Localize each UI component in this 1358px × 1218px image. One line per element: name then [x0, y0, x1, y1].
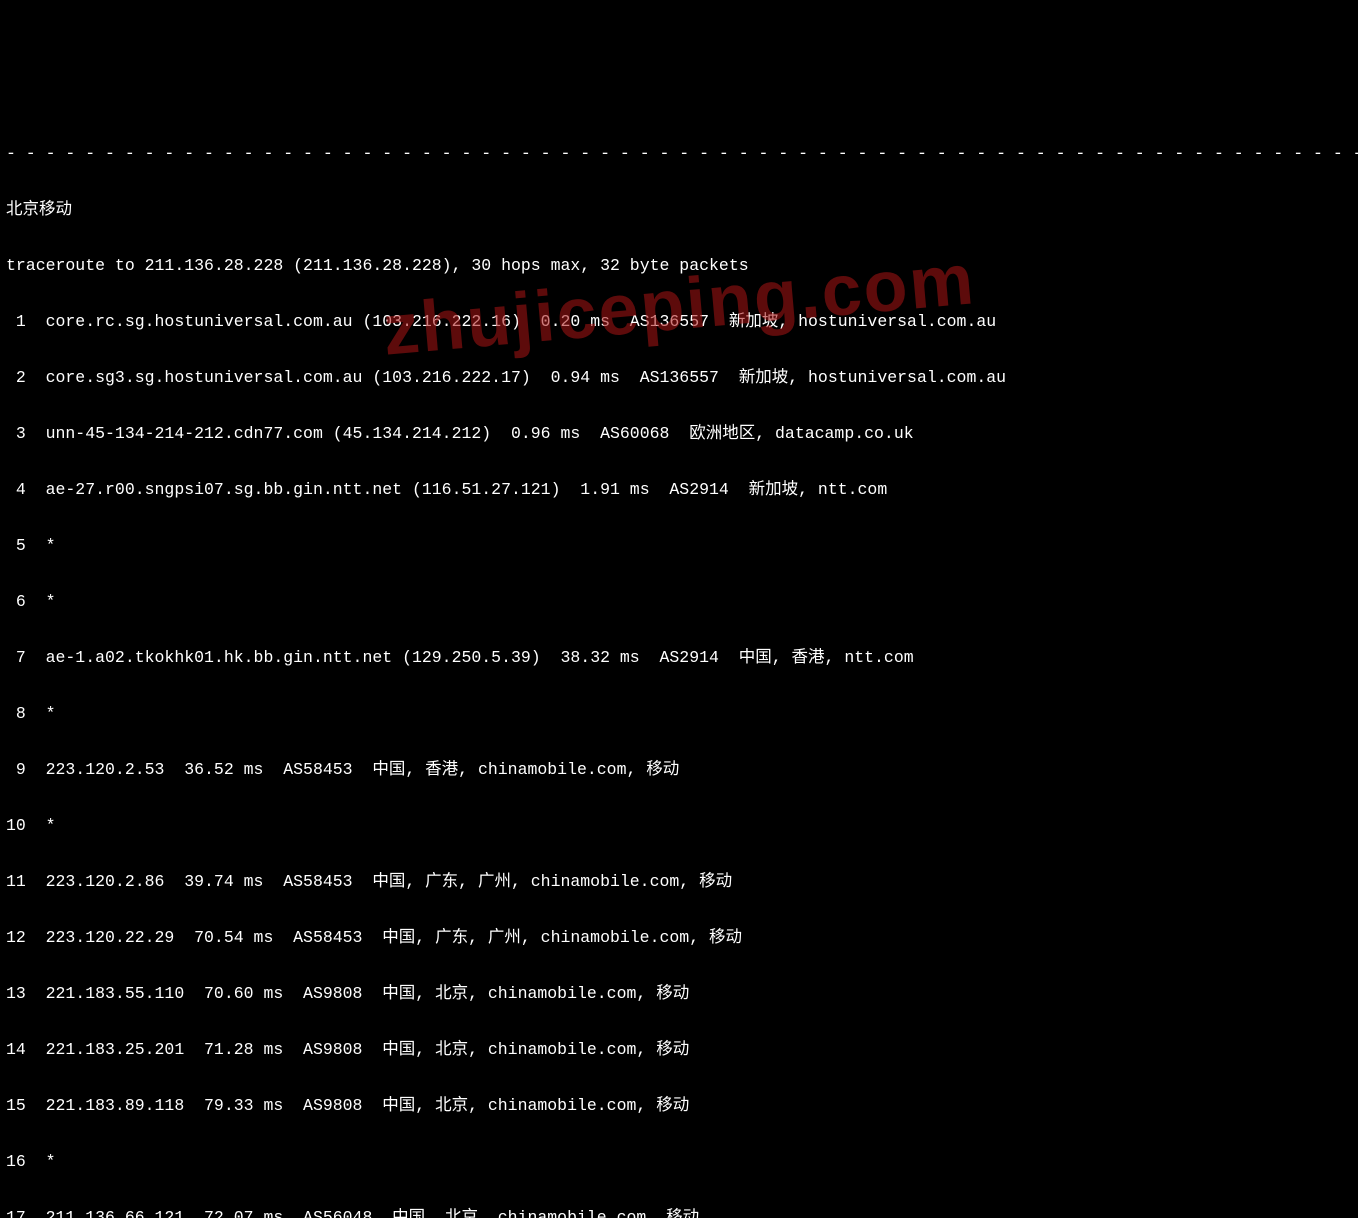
hop-line: 11 223.120.2.86 39.74 ms AS58453 中国, 广东,… — [6, 868, 1352, 896]
traceroute-header: traceroute to 211.136.28.228 (211.136.28… — [6, 252, 1352, 280]
hop-line: 14 221.183.25.201 71.28 ms AS9808 中国, 北京… — [6, 1036, 1352, 1064]
hop-line: 16 * — [6, 1148, 1352, 1176]
hop-line: 8 * — [6, 700, 1352, 728]
hop-line: 6 * — [6, 588, 1352, 616]
hop-line: 4 ae-27.r00.sngpsi07.sg.bb.gin.ntt.net (… — [6, 476, 1352, 504]
terminal-output: - - - - - - - - - - - - - - - - - - - - … — [0, 112, 1358, 1218]
hop-line: 5 * — [6, 532, 1352, 560]
divider-line: - - - - - - - - - - - - - - - - - - - - … — [6, 140, 1352, 168]
hop-line: 2 core.sg3.sg.hostuniversal.com.au (103.… — [6, 364, 1352, 392]
hop-line: 13 221.183.55.110 70.60 ms AS9808 中国, 北京… — [6, 980, 1352, 1008]
hop-line: 7 ae-1.a02.tkokhk01.hk.bb.gin.ntt.net (1… — [6, 644, 1352, 672]
hop-line: 12 223.120.22.29 70.54 ms AS58453 中国, 广东… — [6, 924, 1352, 952]
hop-line: 17 211.136.66.121 72.07 ms AS56048 中国, 北… — [6, 1204, 1352, 1218]
hop-line: 15 221.183.89.118 79.33 ms AS9808 中国, 北京… — [6, 1092, 1352, 1120]
hop-line: 9 223.120.2.53 36.52 ms AS58453 中国, 香港, … — [6, 756, 1352, 784]
target-title: 北京移动 — [6, 196, 1352, 224]
hop-line: 3 unn-45-134-214-212.cdn77.com (45.134.2… — [6, 420, 1352, 448]
hop-line: 10 * — [6, 812, 1352, 840]
hop-line: 1 core.rc.sg.hostuniversal.com.au (103.2… — [6, 308, 1352, 336]
